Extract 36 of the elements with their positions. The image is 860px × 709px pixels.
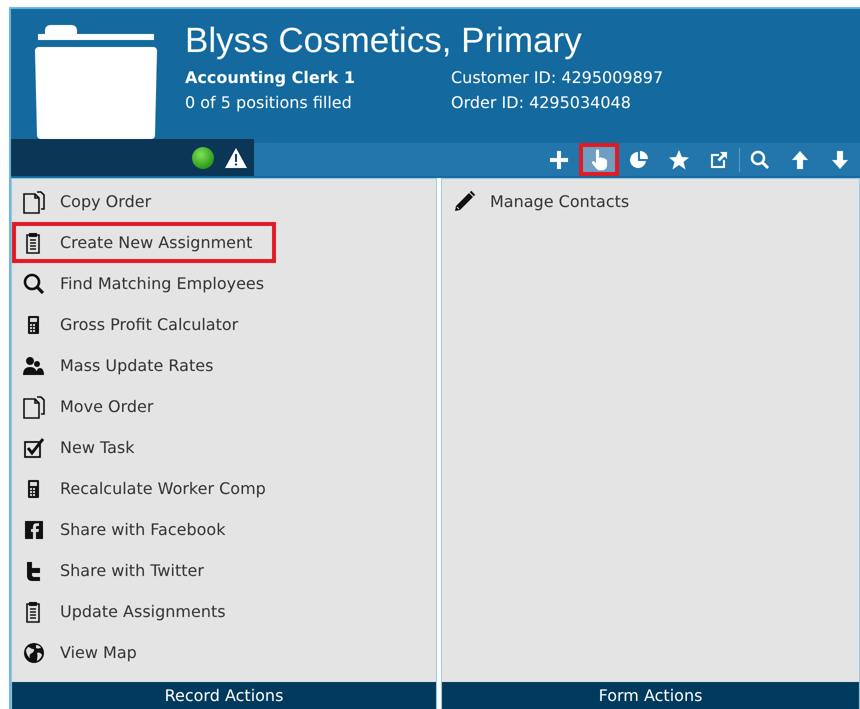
positions-filled: 0 of 5 positions filled bbox=[185, 92, 353, 114]
action-item[interactable]: View Map bbox=[18, 632, 145, 673]
action-item[interactable]: Find Matching Employees bbox=[18, 263, 272, 304]
status-light-icon bbox=[192, 146, 214, 168]
folder-icon bbox=[35, 23, 157, 139]
action-item[interactable]: Gross Profit Calculator bbox=[18, 304, 246, 345]
search-icon bbox=[749, 148, 771, 170]
position-name: Accounting Clerk 1 bbox=[185, 67, 356, 89]
action-item[interactable]: Create New Assignment bbox=[12, 222, 276, 263]
action-item[interactable]: Update Assignments bbox=[18, 591, 234, 632]
action-item[interactable]: Copy Order bbox=[18, 181, 160, 222]
action-item[interactable]: New Task bbox=[18, 427, 143, 468]
checkbox-icon bbox=[22, 436, 46, 460]
warning-icon bbox=[224, 146, 248, 168]
action-item[interactable]: Move Order bbox=[18, 386, 162, 427]
up-arrow-icon bbox=[789, 148, 811, 170]
star-icon bbox=[668, 148, 690, 170]
panel-footer: Record Actions bbox=[12, 682, 436, 709]
action-item[interactable]: Manage Contacts bbox=[448, 181, 638, 222]
plus-icon bbox=[548, 148, 570, 170]
record-title: Blyss Cosmetics, Primary bbox=[185, 21, 583, 61]
documents-icon bbox=[22, 394, 46, 418]
down-arrow-icon bbox=[829, 148, 851, 170]
panel-footer: Form Actions bbox=[442, 682, 859, 709]
globe-icon bbox=[22, 640, 46, 664]
order-id: Order ID: 4295034048 bbox=[451, 92, 632, 114]
pie-chart-icon bbox=[628, 148, 650, 170]
action-item[interactable]: Share with Facebook bbox=[18, 509, 234, 550]
action-item[interactable]: Mass Update Rates bbox=[18, 345, 222, 386]
action-item[interactable]: Share with Twitter bbox=[18, 550, 212, 591]
documents-icon bbox=[22, 190, 46, 214]
magnifier-icon bbox=[22, 272, 46, 296]
action-item[interactable]: Recalculate Worker Comp bbox=[18, 468, 274, 509]
pencil-icon bbox=[452, 190, 476, 214]
toolbar-button[interactable] bbox=[579, 143, 619, 176]
customer-id: Customer ID: 4295009897 bbox=[451, 67, 664, 89]
